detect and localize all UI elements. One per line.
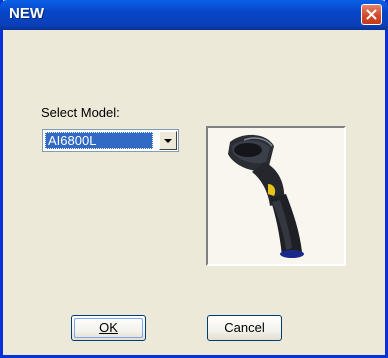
select-model-label: Select Model: <box>41 105 120 120</box>
model-preview-image <box>206 126 346 266</box>
barcode-scanner-image <box>228 134 304 258</box>
window-title: NEW <box>9 5 44 22</box>
cancel-button[interactable]: Cancel <box>207 315 282 341</box>
close-button[interactable] <box>361 4 382 25</box>
model-select[interactable]: AI6800L <box>42 129 179 152</box>
title-bar[interactable]: NEW <box>0 0 388 30</box>
close-icon <box>366 9 377 20</box>
dropdown-button[interactable] <box>159 131 177 150</box>
model-select-value: AI6800L <box>45 132 153 149</box>
ok-button[interactable]: OK <box>71 315 146 341</box>
chevron-down-icon <box>164 139 172 143</box>
ok-button-label: OK <box>99 320 118 335</box>
cancel-button-label: Cancel <box>224 320 265 335</box>
new-dialog: NEW Select Model: AI6800L OK Cancel <box>0 0 388 358</box>
